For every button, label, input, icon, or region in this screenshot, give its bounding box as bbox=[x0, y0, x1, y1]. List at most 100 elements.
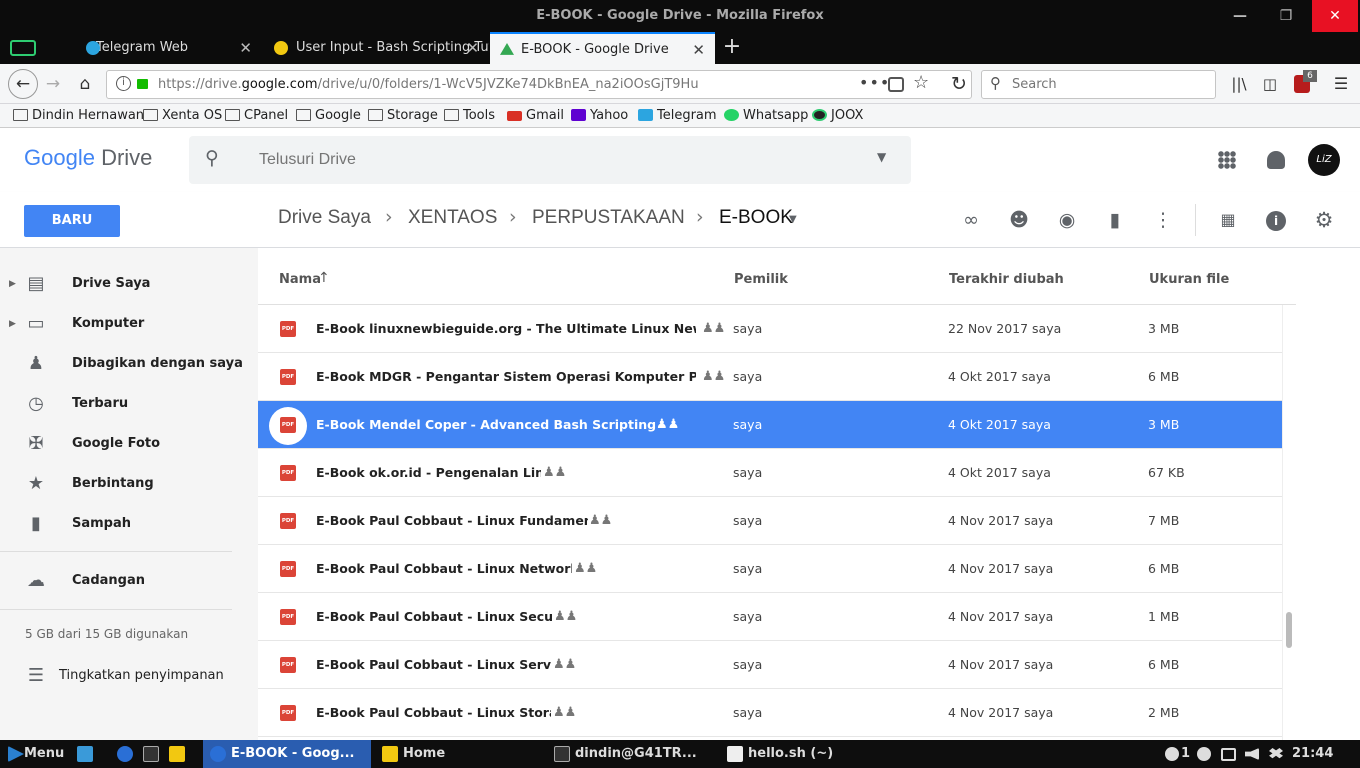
reload-button[interactable]: ↻ bbox=[947, 72, 971, 96]
drive-search-box[interactable]: ⚲ ▼ bbox=[189, 136, 911, 184]
new-button[interactable]: BARU bbox=[24, 205, 120, 237]
video-sharing-icon[interactable] bbox=[10, 40, 36, 56]
close-icon[interactable]: ✕ bbox=[466, 32, 479, 64]
sidebar-item-computers[interactable]: ▶ ▭ Komputer bbox=[0, 304, 258, 344]
breadcrumb-item[interactable]: Drive Saya bbox=[278, 207, 371, 229]
share-person-add-icon[interactable]: ☻ bbox=[1007, 208, 1031, 232]
file-row[interactable]: PDF E-Book Paul Cobbaut - Linux Networki… bbox=[258, 545, 1282, 593]
search-icon[interactable]: ⚲ bbox=[205, 147, 219, 169]
taskbar-window-editor[interactable]: hello.sh (~) bbox=[723, 740, 833, 768]
new-tab-button[interactable]: + bbox=[720, 32, 744, 64]
forward-button[interactable]: → bbox=[41, 72, 65, 96]
column-size-header[interactable]: Ukuran file bbox=[1149, 272, 1229, 287]
column-modified-header[interactable]: Terakhir diubah bbox=[949, 272, 1064, 287]
sidebar-item-google-photos[interactable]: ✠ Google Foto bbox=[0, 424, 258, 464]
accessibility-icon[interactable] bbox=[1197, 747, 1211, 761]
delete-trash-icon[interactable]: ▮ bbox=[1103, 208, 1127, 232]
sidebar-item-shared-with-me[interactable]: ♟ Dibagikan dengan saya bbox=[0, 344, 258, 384]
info-icon[interactable]: i bbox=[116, 76, 131, 91]
column-name-header[interactable]: Nama bbox=[279, 272, 321, 287]
sidebar-item-trash[interactable]: ▮ Sampah bbox=[0, 504, 258, 544]
file-row-selected[interactable]: PDF E-Book Mendel Coper - Advanced Bash … bbox=[258, 401, 1282, 449]
drive-search-input[interactable] bbox=[259, 136, 819, 184]
close-icon[interactable]: ✕ bbox=[239, 32, 252, 64]
sidebar-icon[interactable]: ◫ bbox=[1258, 72, 1282, 96]
home-button[interactable]: ⌂ bbox=[73, 72, 97, 96]
url-text[interactable]: https://drive.google.com/drive/u/0/folde… bbox=[158, 71, 699, 98]
grid-view-icon[interactable]: ▦ bbox=[1216, 208, 1240, 232]
firefox-launcher-icon[interactable] bbox=[117, 746, 133, 762]
url-bar[interactable]: i https://drive.google.com/drive/u/0/fol… bbox=[106, 70, 972, 99]
tab-telegram[interactable]: Telegram Web ✕ bbox=[36, 32, 262, 64]
show-desktop-icon[interactable] bbox=[77, 746, 93, 762]
notifications-bell-icon[interactable] bbox=[1267, 151, 1285, 169]
start-menu-button[interactable]: Menu bbox=[4, 740, 64, 768]
back-button[interactable]: ← bbox=[8, 69, 38, 99]
bookmark-whatsapp[interactable]: Whatsapp bbox=[723, 104, 808, 128]
expand-arrow-icon[interactable]: ▶ bbox=[9, 304, 16, 344]
upgrade-storage-link[interactable]: ☰ Tingkatkan penyimpanan bbox=[0, 656, 258, 696]
bookmark-yahoo[interactable]: Yahoo bbox=[570, 104, 628, 128]
search-bar[interactable]: ⚲ bbox=[981, 70, 1216, 99]
files-launcher-icon[interactable] bbox=[169, 746, 185, 762]
sidebar-item-backups[interactable]: ☁ Cadangan bbox=[0, 561, 258, 601]
page-actions-icon[interactable]: ••• bbox=[859, 73, 890, 92]
taskbar-window-firefox[interactable]: E-BOOK - Goog... bbox=[203, 740, 371, 768]
bookmark-folder[interactable]: Google bbox=[295, 104, 361, 128]
file-row[interactable]: PDF E-Book ok.or.id - Pengenalan Linux.p… bbox=[258, 449, 1282, 497]
file-row[interactable]: PDF E-Book Paul Cobbaut - Linux Security… bbox=[258, 593, 1282, 641]
bookmark-star-icon[interactable]: ☆ bbox=[913, 72, 929, 93]
file-row[interactable]: PDF E-Book Paul Cobbaut - Linux Servers.… bbox=[258, 641, 1282, 689]
breadcrumb-item[interactable]: XENTAOS bbox=[408, 207, 497, 229]
sidebar-item-my-drive[interactable]: ▶ ▤ Drive Saya bbox=[0, 264, 258, 304]
sidebar-item-starred[interactable]: ★ Berbintang bbox=[0, 464, 258, 504]
apps-grid-icon[interactable] bbox=[1218, 151, 1236, 169]
avatar[interactable]: LiZ bbox=[1308, 144, 1340, 176]
scrollbar-thumb[interactable] bbox=[1286, 612, 1292, 648]
more-actions-icon[interactable]: ⋮ bbox=[1151, 208, 1175, 232]
search-input[interactable] bbox=[1012, 71, 1207, 98]
pocket-icon[interactable] bbox=[888, 77, 904, 92]
bookmark-folder[interactable]: Xenta OS bbox=[142, 104, 222, 128]
display-icon[interactable] bbox=[1221, 748, 1236, 761]
dropbox-icon[interactable] bbox=[1269, 748, 1283, 759]
sidebar-item-recent[interactable]: ◷ Terbaru bbox=[0, 384, 258, 424]
bookmark-folder[interactable]: Dindin Hernawan bbox=[12, 104, 144, 128]
clock[interactable]: 21:44 bbox=[1292, 740, 1333, 768]
taskbar-window-terminal[interactable]: dindin@G41TR... bbox=[550, 740, 697, 768]
tab-bash-scripting[interactable]: User Input - Bash Scripting Tutorial ✕ bbox=[263, 32, 489, 64]
bookmark-joox[interactable]: JOOX bbox=[811, 104, 863, 128]
file-row[interactable]: PDF E-Book linuxnewbieguide.org - The Ul… bbox=[258, 305, 1282, 353]
settings-gear-icon[interactable]: ⚙ bbox=[1312, 208, 1336, 232]
hamburger-menu-icon[interactable]: ☰ bbox=[1329, 72, 1353, 96]
close-icon[interactable]: ✕ bbox=[692, 34, 705, 64]
vertical-scrollbar[interactable] bbox=[1282, 305, 1295, 740]
bookmark-folder[interactable]: Storage bbox=[367, 104, 438, 128]
breadcrumb-current[interactable]: E-BOOK bbox=[719, 207, 793, 229]
minimize-button[interactable]: — bbox=[1217, 0, 1263, 32]
file-row[interactable]: PDF E-Book Paul Cobbaut - Linux Storage.… bbox=[258, 689, 1282, 737]
search-options-icon[interactable]: ▼ bbox=[877, 150, 886, 164]
bookmark-folder[interactable]: CPanel bbox=[224, 104, 288, 128]
library-icon[interactable]: ||\ bbox=[1227, 72, 1251, 96]
sort-arrow-up-icon[interactable]: ↑ bbox=[318, 270, 330, 286]
column-owner-header[interactable]: Pemilik bbox=[734, 272, 788, 287]
maximize-button[interactable]: ❐ bbox=[1263, 0, 1309, 32]
bookmark-folder[interactable]: Tools bbox=[443, 104, 495, 128]
google-drive-logo[interactable]: Google Drive bbox=[24, 145, 152, 171]
notification-tray-item[interactable]: 1 bbox=[1165, 740, 1190, 768]
get-link-icon[interactable]: ∞ bbox=[959, 208, 983, 232]
bookmark-gmail[interactable]: Gmail bbox=[506, 104, 564, 128]
terminal-launcher-icon[interactable] bbox=[143, 746, 159, 762]
preview-eye-icon[interactable]: ◉ bbox=[1055, 208, 1079, 232]
tab-google-drive[interactable]: E-BOOK - Google Drive ✕ bbox=[490, 32, 715, 64]
volume-icon[interactable] bbox=[1245, 748, 1259, 760]
expand-arrow-icon[interactable]: ▶ bbox=[9, 264, 16, 304]
close-window-button[interactable]: ✕ bbox=[1312, 0, 1358, 32]
breadcrumb-item[interactable]: PERPUSTAKAAN bbox=[532, 207, 685, 229]
file-row[interactable]: PDF E-Book MDGR - Pengantar Sistem Opera… bbox=[258, 353, 1282, 401]
bookmark-telegram[interactable]: Telegram bbox=[637, 104, 717, 128]
taskbar-window-home[interactable]: Home bbox=[378, 740, 445, 768]
folder-menu-caret-icon[interactable]: ▼ bbox=[789, 214, 797, 225]
details-info-icon[interactable]: i bbox=[1266, 211, 1286, 231]
